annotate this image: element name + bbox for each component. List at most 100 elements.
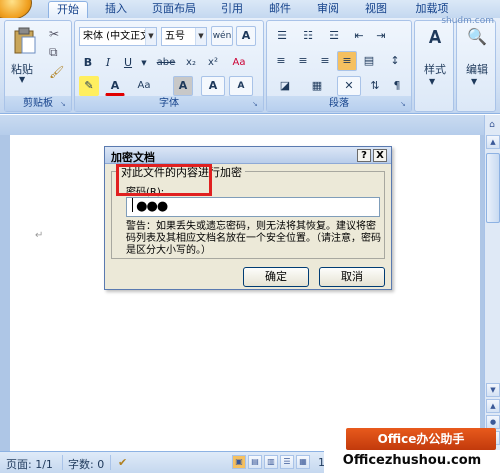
font-group: 宋体 (中文正文) ▼ 五号 ▼ wén A B I U ▼ abe x₂ x²… [74, 20, 264, 112]
scroll-up-icon[interactable]: ▲ [486, 135, 500, 149]
borders-icon[interactable]: ▦ [303, 76, 331, 96]
font-group-label: 字体 [75, 96, 263, 111]
line-spacing-icon[interactable]: ↕ [383, 51, 407, 71]
page-count[interactable]: 页面: 1/1 [6, 456, 53, 472]
shading-icon[interactable]: ◪ [271, 76, 299, 96]
warning-text: 警告：如果丢失或遗忘密码，则无法将其恢复。建议将密码列表及其相应文档名放在一个安… [126, 221, 381, 256]
clipboard-group: 粘贴 ▼ ✂ ⧉ 🖌 剪贴板 ↘ [4, 20, 72, 112]
tab-insert[interactable]: 插入 [100, 1, 132, 18]
change-case-button[interactable]: Aa [131, 76, 157, 96]
chevron-down-icon[interactable]: ▼ [139, 53, 149, 73]
proofing-icon[interactable]: ✔ [118, 456, 127, 469]
close-button[interactable]: X [373, 149, 387, 162]
brand-logo: Office办公助手 [346, 428, 496, 450]
paragraph-launcher-icon[interactable]: ↘ [400, 100, 408, 108]
scroll-down-icon[interactable]: ▼ [486, 383, 500, 397]
draft-icon[interactable]: ▦ [296, 455, 310, 469]
print-layout-icon[interactable]: ▣ [232, 455, 246, 469]
font-size-combo[interactable]: 五号 ▼ [161, 27, 207, 46]
multilevel-list-icon[interactable]: ☲ [323, 26, 345, 46]
font-launcher-icon[interactable]: ↘ [252, 100, 260, 108]
character-shading-button[interactable]: A [173, 76, 193, 96]
password-value: ●●● [136, 199, 168, 214]
paste-dropdown-icon[interactable]: ▼ [19, 75, 25, 84]
copy-icon[interactable]: ⧉ [49, 45, 58, 60]
highlight-color-button[interactable]: ✎ [79, 76, 99, 96]
web-layout-icon[interactable]: ▥ [264, 455, 278, 469]
cancel-button[interactable]: 取消 [319, 267, 385, 287]
paragraph-group-label: 段落 [267, 96, 411, 111]
show-marks-icon[interactable]: ¶ [387, 76, 407, 96]
sort-icon[interactable]: ⇅ [365, 76, 385, 96]
font-name-value: 宋体 (中文正文) [83, 31, 154, 42]
outline-icon[interactable]: ☰ [280, 455, 294, 469]
editing-group[interactable]: 🔍 编辑 ▼ [456, 20, 496, 112]
previous-page-icon[interactable]: ▲ [486, 399, 500, 413]
select-browse-object-icon[interactable]: ● [486, 415, 500, 429]
numbering-icon[interactable]: ☷ [297, 26, 319, 46]
chevron-down-icon[interactable]: ▼ [145, 28, 156, 45]
paste-icon[interactable] [13, 27, 37, 57]
font-color-button[interactable]: A [105, 76, 125, 96]
find-icon[interactable]: 🔍 [467, 27, 487, 46]
strikethrough-button[interactable]: abe [153, 53, 179, 73]
shrink-font-button[interactable]: A [229, 76, 253, 96]
ok-button[interactable]: 确定 [243, 267, 309, 287]
chinese-layout-icon[interactable]: ✕ [337, 76, 361, 96]
tab-mailings[interactable]: 邮件 [264, 1, 296, 18]
align-center-icon[interactable]: ≡ [293, 51, 313, 71]
ruler-toggle-icon[interactable]: ⌂ [486, 120, 498, 132]
superscript-button[interactable]: x² [203, 53, 223, 73]
character-border-button[interactable]: A [236, 26, 256, 46]
cut-icon[interactable]: ✂ [49, 27, 59, 41]
help-button[interactable]: ? [357, 149, 371, 162]
ribbon: 粘贴 ▼ ✂ ⧉ 🖌 剪贴板 ↘ 宋体 (中文正文) ▼ 五号 ▼ wén A … [0, 18, 500, 114]
align-left-icon[interactable]: ≡ [271, 51, 291, 71]
styles-group[interactable]: 𝐀 样式 ▼ [414, 20, 454, 112]
bold-button[interactable]: B [79, 53, 97, 73]
tab-references[interactable]: 引用 [216, 1, 248, 18]
chevron-down-icon[interactable]: ▼ [195, 28, 206, 45]
office-button[interactable] [0, 0, 32, 20]
editing-label: 编辑 [466, 63, 488, 76]
tab-page-layout[interactable]: 页面布局 [146, 1, 202, 18]
text-caret [132, 198, 133, 212]
paragraph-group: ☰ ☷ ☲ ⇤ ⇥ ≡ ≡ ≡ ≡ ▤ ↕ ◪ ▦ ✕ ⇅ ¶ 段落 ↘ [266, 20, 412, 112]
dialog-title: 加密文档 [111, 151, 155, 164]
vertical-scrollbar[interactable]: ▲ ▼ ▲ ● ▼ [484, 115, 500, 451]
chevron-down-icon[interactable]: ▼ [471, 77, 477, 86]
grow-font-button[interactable]: A [201, 76, 225, 96]
phonetic-guide-button[interactable]: wén [211, 26, 233, 46]
tab-view[interactable]: 视图 [360, 1, 392, 18]
styles-icon[interactable]: 𝐀 [423, 27, 447, 49]
bullets-icon[interactable]: ☰ [271, 26, 293, 46]
decrease-indent-icon[interactable]: ⇤ [349, 26, 369, 46]
tab-home[interactable]: 开始 [48, 1, 88, 18]
increase-indent-icon[interactable]: ⇥ [371, 26, 391, 46]
ribbon-tab-bar: 开始 插入 页面布局 引用 邮件 审阅 视图 加载项 [0, 0, 500, 20]
dialog-titlebar: 加密文档 ? X [105, 147, 391, 164]
password-input[interactable]: ●●● [126, 197, 380, 217]
clear-format-button[interactable]: Aa [227, 53, 251, 73]
tab-review[interactable]: 审阅 [312, 1, 344, 18]
password-highlight-box [116, 164, 212, 196]
word-count[interactable]: 字数: 0 [68, 456, 104, 472]
italic-button[interactable]: I [99, 53, 117, 73]
site-watermark: shudm.com [441, 16, 494, 26]
paragraph-mark-icon: ↵ [35, 230, 44, 241]
subscript-button[interactable]: x₂ [181, 53, 201, 73]
highlighter-icon: ✎ [84, 79, 94, 92]
distributed-icon[interactable]: ▤ [359, 51, 379, 71]
full-screen-reading-icon[interactable]: ▤ [248, 455, 262, 469]
ruler-strip [0, 115, 500, 135]
justify-icon[interactable]: ≡ [337, 51, 357, 71]
clipboard-launcher-icon[interactable]: ↘ [60, 100, 68, 108]
separator [110, 455, 111, 470]
font-name-combo[interactable]: 宋体 (中文正文) ▼ [79, 27, 157, 46]
styles-label: 样式 [424, 63, 446, 76]
underline-button[interactable]: U [119, 53, 137, 73]
align-right-icon[interactable]: ≡ [315, 51, 335, 71]
scroll-thumb[interactable] [486, 153, 500, 223]
chevron-down-icon[interactable]: ▼ [429, 77, 435, 86]
format-painter-icon[interactable]: 🖌 [49, 65, 64, 79]
